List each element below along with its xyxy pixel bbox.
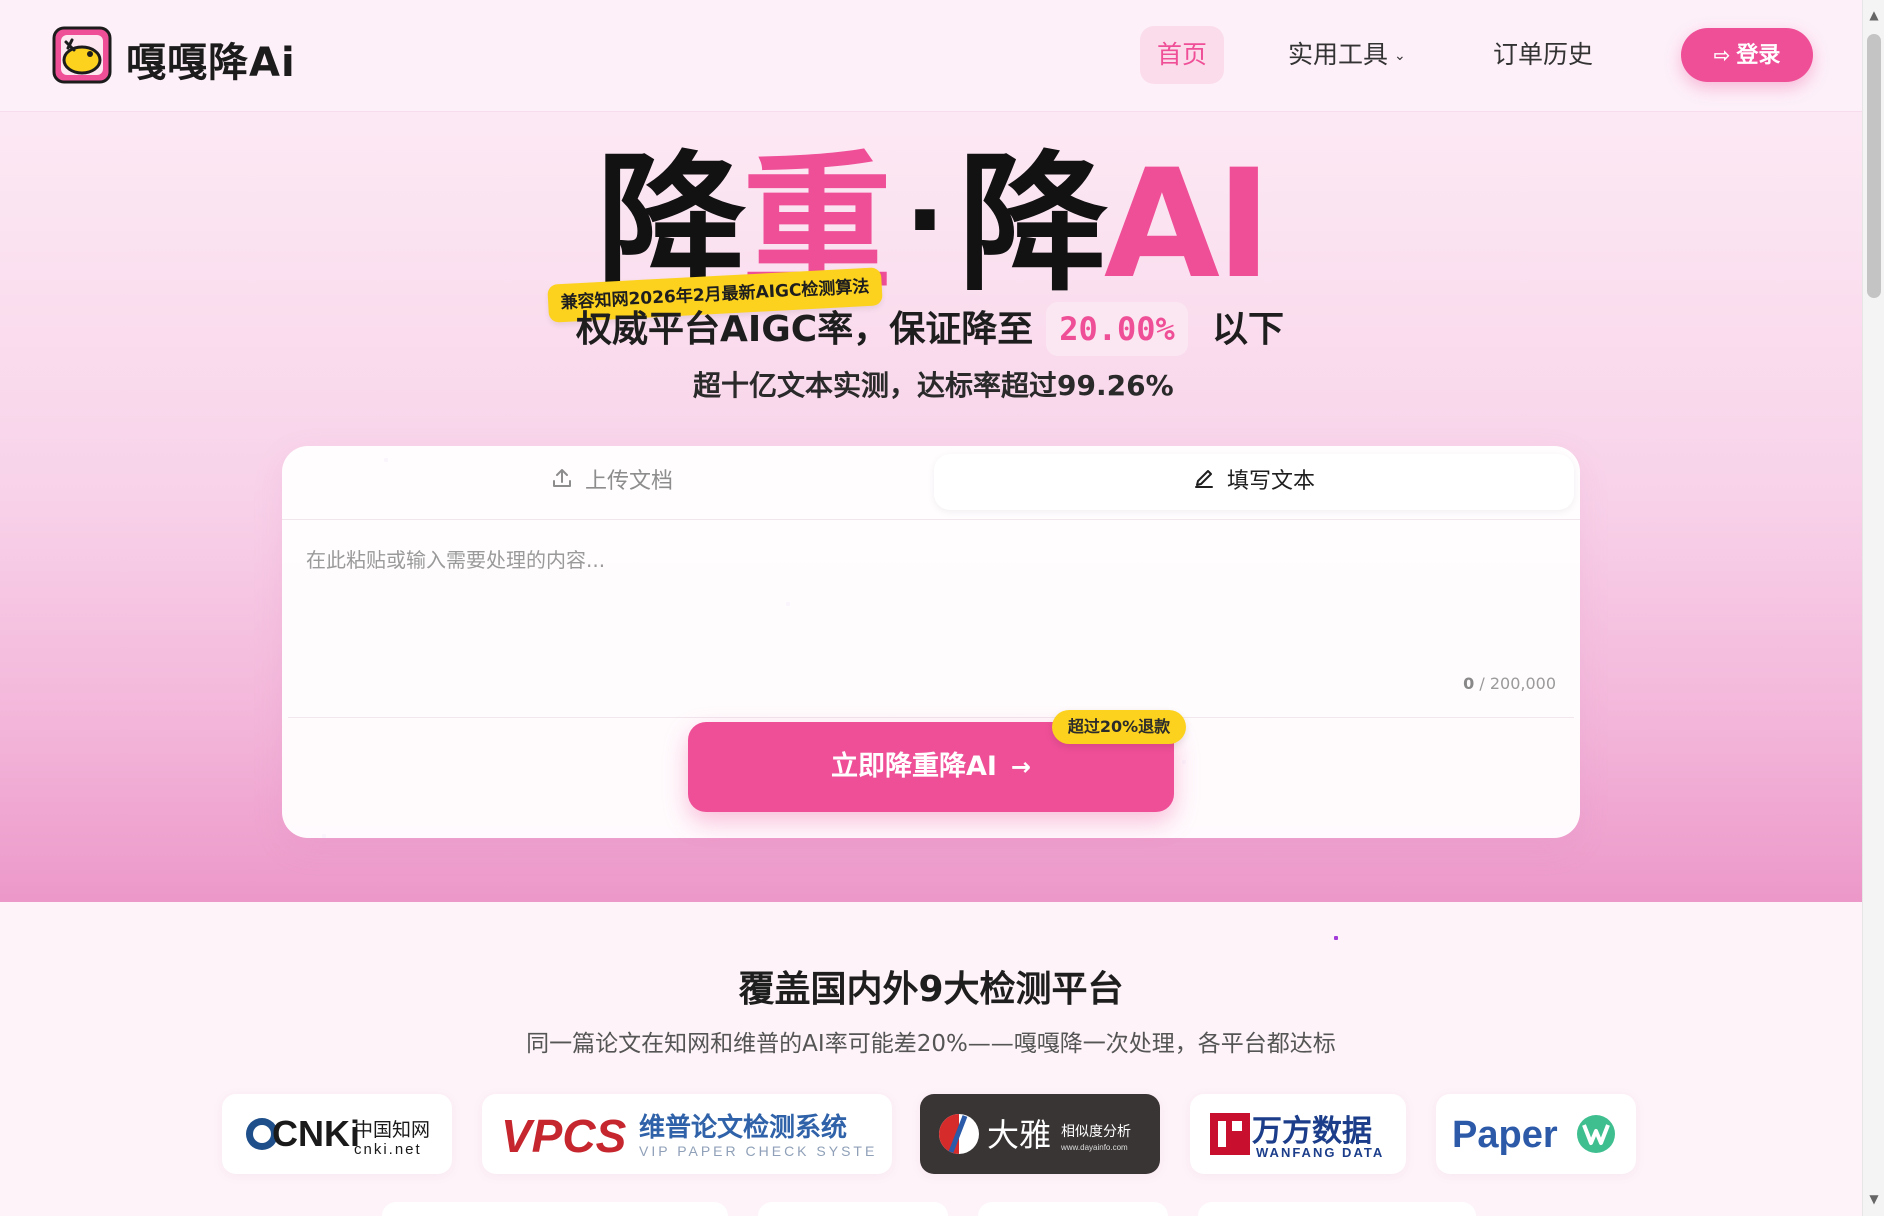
counter-separator: /: [1479, 674, 1485, 693]
tab-text-label: 填写文本: [1226, 469, 1315, 494]
paper-main-text: Paper: [1452, 1114, 1558, 1156]
scroll-thumb[interactable]: [1867, 34, 1881, 298]
nav-tools-label: 实用工具: [1288, 40, 1389, 69]
daya-main-text: 大雅: [987, 1116, 1051, 1154]
wanfang-en-text: WANFANG DATA: [1256, 1145, 1384, 1160]
tab-upload-label: 上传文档: [584, 469, 673, 494]
tab-enter-text[interactable]: 填写文本: [934, 454, 1574, 510]
vpcs-cn-text: 维普论文检测系统: [639, 1112, 847, 1143]
vpcs-en-text: VIP PAPER CHECK SYSTEM: [639, 1143, 877, 1159]
platform-logo-cnki: CNKi 中国知网 cnki.net: [222, 1094, 452, 1174]
tab-upload-document[interactable]: 上传文档: [292, 454, 932, 510]
input-card: 上传文档 填写文本 0 / 200,000 立即降重降AI → 超过20%退款: [282, 446, 1580, 838]
login-label: 登录: [1736, 43, 1781, 68]
sparkle-decoration: [1334, 936, 1338, 940]
daya-sub-text: 相似度分析: [1061, 1124, 1131, 1140]
character-counter: 0 / 200,000: [1463, 674, 1556, 693]
counter-current: 0: [1463, 674, 1475, 693]
input-tabs: 上传文档 填写文本: [282, 446, 1580, 520]
nav-tools-dropdown[interactable]: 实用工具 ⌄: [1288, 26, 1418, 84]
headline-part4: AI: [1103, 138, 1272, 312]
platform-logo-paper: Paper: [1436, 1094, 1636, 1174]
hero-subtitle-prefix: 权威平台AIGC率，保证降至: [576, 309, 1034, 350]
cnki-main-text: CNKi: [272, 1113, 360, 1154]
chevron-down-icon: ⌄: [1394, 48, 1406, 64]
hero-subtitle-suffix: 以下: [1212, 309, 1285, 350]
login-button[interactable]: ⇨ 登录: [1681, 28, 1813, 82]
platform-logo-card: [382, 1202, 728, 1216]
brand-name[interactable]: 嘎嘎降Ai: [126, 30, 296, 88]
platform-logo-vpcs: VPCS 维普论文检测系统 VIP PAPER CHECK SYSTEM: [482, 1094, 892, 1174]
pencil-icon: [1193, 455, 1215, 511]
counter-max: 200,000: [1489, 674, 1556, 693]
rate-pill: 20.00%: [1046, 302, 1188, 356]
daya-url-text: www.dayainfo.com: [1060, 1143, 1128, 1152]
headline-part3: 降: [957, 138, 1108, 312]
cnki-cn-text: 中国知网: [354, 1119, 430, 1141]
platform-logo-daya: 大雅 相似度分析 www.dayainfo.com: [920, 1094, 1160, 1174]
headline-dot: ·: [904, 156, 946, 284]
brand-logo-icon[interactable]: [52, 26, 112, 84]
nav-orders[interactable]: 订单历史: [1493, 26, 1603, 84]
platforms-title: 覆盖国内外9大检测平台: [738, 969, 1124, 1010]
text-input-area: 0 / 200,000: [288, 524, 1574, 718]
cnki-url-text: cnki.net: [354, 1141, 422, 1158]
nav-home[interactable]: 首页: [1140, 26, 1224, 84]
platform-logo-card: [758, 1202, 948, 1216]
refund-badge: 超过20%退款: [1052, 710, 1186, 744]
site-header: 嘎嘎降Ai 首页 实用工具 ⌄ 订单历史 ⇨ 登录: [0, 0, 1862, 112]
platform-logo-card: [978, 1202, 1168, 1216]
platform-logo-card: [1198, 1202, 1476, 1216]
login-icon: ⇨: [1713, 43, 1731, 67]
page: 嘎嘎降Ai 首页 实用工具 ⌄ 订单历史 ⇨ 登录 降重 · 降AI 兼容知网2026年…: [0, 0, 1862, 1216]
scroll-down-arrow-icon[interactable]: ▼: [1867, 1192, 1881, 1206]
arrow-right-icon: →: [1010, 753, 1032, 781]
scroll-up-arrow-icon[interactable]: ▲: [1867, 8, 1881, 22]
content-textarea[interactable]: [288, 524, 1574, 684]
vpcs-main-text: VPCS: [501, 1110, 627, 1162]
platform-logo-wanfang: 万方数据 WANFANG DATA: [1190, 1094, 1406, 1174]
hero-subtitle-2: 超十亿文本实测，达标率超过99.26%: [693, 369, 1174, 402]
upload-icon: [551, 455, 573, 511]
platforms-subtitle: 同一篇论文在知网和维普的AI率可能差20%——嘎嘎降一次处理，各平台都达标: [526, 1031, 1336, 1057]
submit-label: 立即降重降AI: [830, 751, 997, 782]
page-scrollbar[interactable]: ▲ ▼: [1862, 0, 1884, 1216]
wanfang-cn-text: 万方数据: [1252, 1114, 1372, 1149]
